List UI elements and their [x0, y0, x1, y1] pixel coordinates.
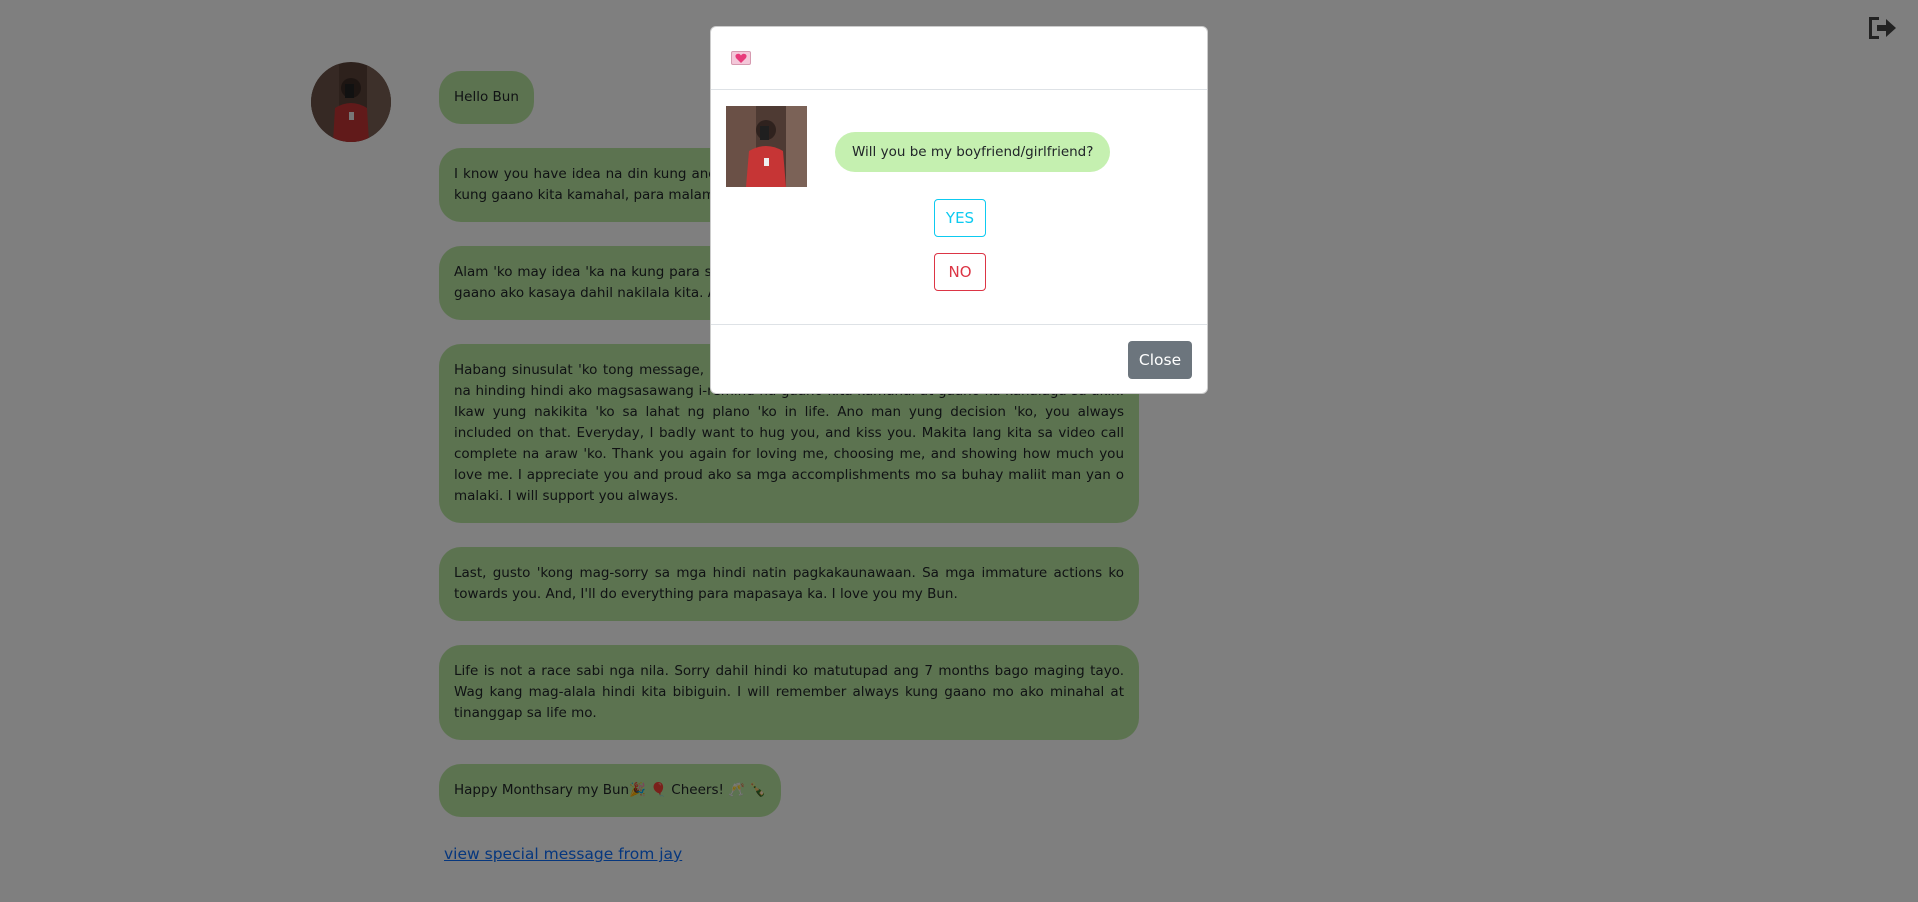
- no-button[interactable]: NO: [934, 253, 986, 291]
- yes-button[interactable]: YES: [934, 199, 986, 237]
- proposal-modal: Will you be my boyfriend/girlfriend? YES…: [710, 26, 1208, 394]
- question-bubble: Will you be my boyfriend/girlfriend?: [835, 132, 1111, 172]
- heart-letter-icon: [731, 51, 751, 65]
- close-button[interactable]: Close: [1128, 341, 1192, 379]
- modal-photo: [726, 106, 807, 187]
- modal-body: Will you be my boyfriend/girlfriend? YES…: [711, 90, 1207, 325]
- modal-footer: Close: [711, 325, 1207, 393]
- modal-header: [711, 27, 1207, 90]
